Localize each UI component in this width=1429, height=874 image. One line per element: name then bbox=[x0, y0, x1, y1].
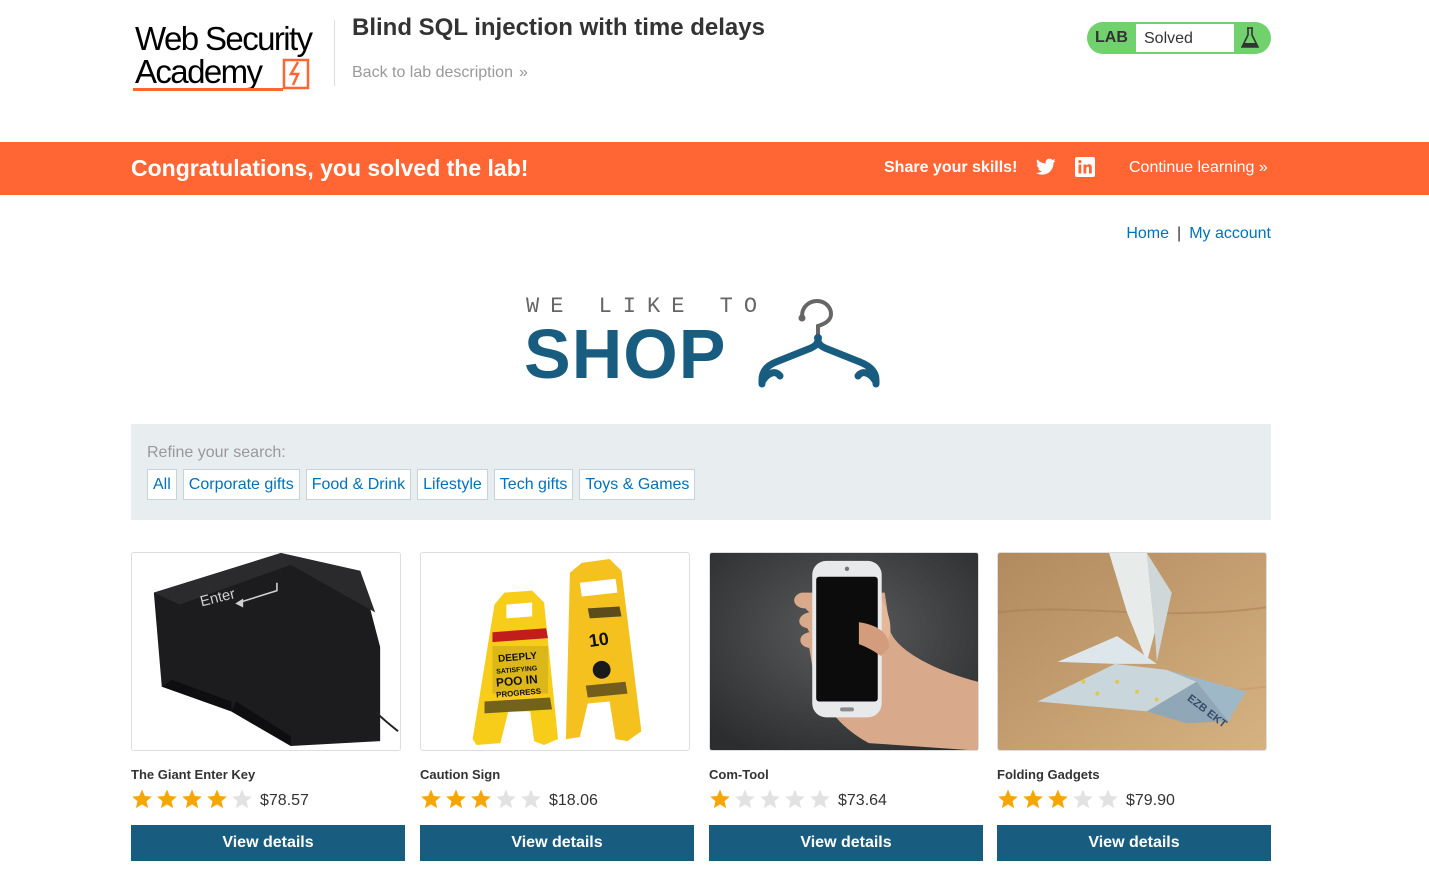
shop-wordmark: SHOP bbox=[524, 315, 727, 393]
account-nav: Home | My account bbox=[1126, 225, 1271, 243]
continue-learning-link[interactable]: Continue learning » bbox=[1129, 159, 1268, 177]
view-details-button[interactable]: View details bbox=[420, 825, 694, 861]
star-empty-icon bbox=[521, 789, 541, 809]
share-skills-label: Share your skills! bbox=[884, 159, 1018, 176]
filter-tech-gifts[interactable]: Tech gifts bbox=[493, 469, 574, 500]
home-link[interactable]: Home bbox=[1126, 225, 1169, 242]
product-price: $79.90 bbox=[1126, 792, 1175, 809]
logo-underline bbox=[133, 88, 283, 91]
star-filled-icon bbox=[998, 789, 1018, 809]
header-divider bbox=[334, 20, 335, 86]
filter-food-drink[interactable]: Food & Drink bbox=[305, 469, 412, 500]
product-image[interactable] bbox=[709, 552, 979, 751]
lab-solved-banner: Congratulations, you solved the lab! Sha… bbox=[0, 142, 1429, 195]
twitter-icon bbox=[1036, 158, 1056, 175]
product-name: Caution Sign bbox=[420, 767, 501, 782]
product-card: Com-Tool $73.64 View details bbox=[709, 552, 983, 862]
star-empty-icon bbox=[1098, 789, 1118, 809]
view-details-button[interactable]: View details bbox=[709, 825, 983, 861]
continue-learning-label: Continue learning bbox=[1129, 159, 1255, 176]
logo-text-line1: Web Security bbox=[135, 20, 313, 57]
lab-status-text: Solved bbox=[1144, 30, 1193, 47]
star-filled-icon bbox=[710, 789, 730, 809]
category-filter-list: All Corporate gifts Food & Drink Lifesty… bbox=[147, 469, 696, 500]
star-empty-icon bbox=[1073, 789, 1093, 809]
product-image[interactable]: Enter bbox=[131, 552, 401, 751]
product-grid: Enter The Giant Enter Key $78.57 View de… bbox=[131, 552, 1271, 864]
star-empty-icon bbox=[810, 789, 830, 809]
caution-sign-image: DEEPLY SATISFYING POO IN PROGRESS 10 bbox=[421, 553, 689, 750]
origami-banknote-image: EZB EKT bbox=[998, 553, 1266, 750]
star-empty-icon bbox=[760, 789, 780, 809]
lab-title: Blind SQL injection with time delays bbox=[352, 14, 765, 41]
product-image[interactable]: DEEPLY SATISFYING POO IN PROGRESS 10 bbox=[420, 552, 690, 751]
product-rating: $18.06 bbox=[420, 788, 598, 810]
product-name: Folding Gadgets bbox=[997, 767, 1100, 782]
star-filled-icon bbox=[182, 789, 202, 809]
product-rating: $78.57 bbox=[131, 788, 309, 810]
phone-in-hand-image bbox=[710, 553, 978, 750]
product-rating: $73.64 bbox=[709, 788, 887, 810]
star-filled-icon bbox=[132, 789, 152, 809]
nav-separator: | bbox=[1177, 225, 1182, 242]
filter-toys-games[interactable]: Toys & Games bbox=[579, 469, 696, 500]
lab-status-box: Solved bbox=[1135, 23, 1235, 53]
refine-search-label: Refine your search: bbox=[147, 444, 286, 461]
star-filled-icon bbox=[207, 789, 227, 809]
logo-text-line2: Academy bbox=[135, 53, 263, 90]
product-price: $18.06 bbox=[549, 792, 598, 809]
web-security-academy-logo[interactable]: Web Security Academy bbox=[131, 18, 336, 96]
star-filled-icon bbox=[1048, 789, 1068, 809]
product-image[interactable]: EZB EKT bbox=[997, 552, 1267, 751]
product-rating: $79.90 bbox=[997, 788, 1175, 810]
product-name: Com-Tool bbox=[709, 767, 769, 782]
filter-lifestyle[interactable]: Lifestyle bbox=[417, 469, 488, 500]
back-link-label: Back to lab description bbox=[352, 64, 513, 81]
star-filled-icon bbox=[1023, 789, 1043, 809]
product-card: Enter The Giant Enter Key $78.57 View de… bbox=[131, 552, 405, 862]
svg-text:10: 10 bbox=[588, 628, 611, 651]
lab-status-widget: LAB Solved bbox=[1087, 22, 1271, 54]
academy-bolt-icon bbox=[282, 58, 310, 90]
star-filled-icon bbox=[157, 789, 177, 809]
view-details-button[interactable]: View details bbox=[997, 825, 1271, 861]
star-filled-icon bbox=[446, 789, 466, 809]
filter-all[interactable]: All bbox=[147, 469, 177, 500]
coat-hanger-icon bbox=[758, 298, 880, 388]
product-name: The Giant Enter Key bbox=[131, 767, 256, 782]
star-empty-icon bbox=[785, 789, 805, 809]
flask-icon bbox=[1241, 27, 1259, 48]
double-chevron-right-icon: » bbox=[518, 64, 528, 81]
product-price: $73.64 bbox=[838, 792, 887, 809]
star-empty-icon bbox=[232, 789, 252, 809]
filter-corporate-gifts[interactable]: Corporate gifts bbox=[182, 469, 300, 500]
giant-enter-key-image: Enter bbox=[132, 553, 400, 750]
product-card: EZB EKT Folding Gadgets $79.90 View deta… bbox=[997, 552, 1271, 862]
star-filled-icon bbox=[471, 789, 491, 809]
search-filters: Refine your search: All Corporate gifts … bbox=[131, 424, 1271, 520]
shop-banner-logo: WE LIKE TO SHOP bbox=[522, 292, 882, 392]
academy-header: Web Security Academy Blind SQL injection… bbox=[0, 0, 1429, 142]
linkedin-icon bbox=[1075, 157, 1095, 177]
star-empty-icon bbox=[496, 789, 516, 809]
star-empty-icon bbox=[735, 789, 755, 809]
star-filled-icon bbox=[421, 789, 441, 809]
my-account-link[interactable]: My account bbox=[1189, 225, 1271, 242]
back-to-lab-description-link[interactable]: Back to lab description » bbox=[352, 64, 528, 82]
double-chevron-right-icon: » bbox=[1258, 159, 1268, 176]
view-details-button[interactable]: View details bbox=[131, 825, 405, 861]
lab-badge: LAB bbox=[1095, 29, 1128, 46]
product-card: DEEPLY SATISFYING POO IN PROGRESS 10 Cau… bbox=[420, 552, 694, 862]
product-price: $78.57 bbox=[260, 792, 309, 809]
solved-message: Congratulations, you solved the lab! bbox=[131, 155, 529, 181]
